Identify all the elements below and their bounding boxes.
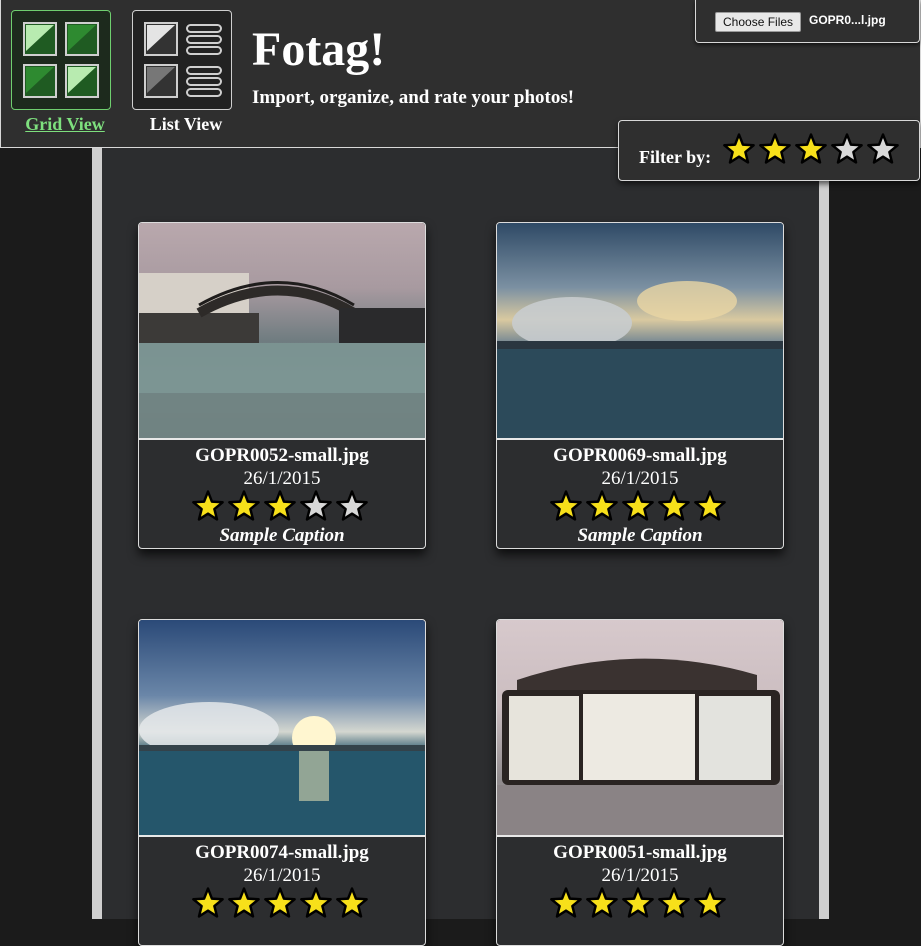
star-icon[interactable]: [192, 490, 224, 527]
photo-card: GOPR0052-small.jpg 26/1/2015 Sample Capt…: [138, 222, 426, 549]
star-icon[interactable]: [658, 490, 690, 527]
star-icon[interactable]: [550, 490, 582, 527]
star-icon[interactable]: [300, 887, 332, 924]
photo-star-rating: [497, 490, 783, 527]
star-icon[interactable]: [723, 133, 755, 170]
photo-star-rating: [139, 490, 425, 527]
left-gutter: [92, 148, 102, 919]
star-icon[interactable]: [622, 887, 654, 924]
photo-thumbnail[interactable]: [497, 620, 783, 837]
star-icon[interactable]: [586, 490, 618, 527]
star-icon[interactable]: [192, 887, 224, 924]
photo-filename: GOPR0052-small.jpg: [195, 445, 369, 466]
filter-label: Filter by:: [639, 147, 712, 167]
star-icon[interactable]: [264, 490, 296, 527]
star-icon[interactable]: [228, 490, 260, 527]
grid-view-button[interactable]: [11, 10, 111, 110]
photo-date: 26/1/2015: [243, 468, 321, 489]
photo-caption: Sample Caption: [219, 525, 345, 546]
photo-filename: GOPR0074-small.jpg: [195, 842, 369, 863]
photo-thumbnail[interactable]: [139, 223, 425, 440]
star-icon[interactable]: [300, 490, 332, 527]
star-icon[interactable]: [336, 887, 368, 924]
photo-thumbnail[interactable]: [139, 620, 425, 837]
selected-file-name: GOPR0...l.jpg: [809, 13, 886, 27]
grid-view-label[interactable]: Grid View: [10, 114, 120, 135]
star-icon[interactable]: [867, 133, 899, 170]
list-view-label[interactable]: List View: [131, 114, 241, 135]
app-subtitle: Import, organize, and rate your photos!: [252, 87, 575, 108]
photo-thumbnail[interactable]: [497, 223, 783, 440]
photo-card: GOPR0069-small.jpg 26/1/2015 Sample Capt…: [496, 222, 784, 549]
signboard-scene-illustration: [497, 658, 783, 835]
star-icon[interactable]: [831, 133, 863, 170]
list-view-button[interactable]: [132, 10, 232, 110]
star-icon[interactable]: [336, 490, 368, 527]
star-icon[interactable]: [658, 887, 690, 924]
star-icon[interactable]: [228, 887, 260, 924]
photo-star-rating: [139, 887, 425, 924]
bridge-scene-illustration: [139, 273, 425, 438]
photo-filename: GOPR0051-small.jpg: [553, 842, 727, 863]
photo-date: 26/1/2015: [601, 865, 679, 886]
star-icon[interactable]: [622, 490, 654, 527]
app-title: Fotag!: [252, 23, 386, 76]
star-icon[interactable]: [264, 887, 296, 924]
photo-card: GOPR0051-small.jpg 26/1/2015: [496, 619, 784, 946]
star-icon[interactable]: [550, 887, 582, 924]
photo-caption: Sample Caption: [577, 525, 703, 546]
list-view-icon: [144, 22, 222, 98]
photo-date: 26/1/2015: [243, 865, 321, 886]
grid-view-icon: [23, 22, 99, 98]
choose-files-button[interactable]: Choose Files: [715, 12, 802, 32]
file-import-panel: Choose Files GOPR0...l.jpg: [695, 0, 920, 43]
star-icon[interactable]: [694, 490, 726, 527]
star-icon[interactable]: [586, 887, 618, 924]
filter-panel: Filter by:: [618, 120, 920, 181]
star-icon[interactable]: [694, 887, 726, 924]
star-icon[interactable]: [795, 133, 827, 170]
star-icon[interactable]: [759, 133, 791, 170]
photo-card: GOPR0074-small.jpg 26/1/2015: [138, 619, 426, 946]
clouds-scene-illustration: [497, 281, 783, 438]
photo-filename: GOPR0069-small.jpg: [553, 445, 727, 466]
photo-date: 26/1/2015: [601, 468, 679, 489]
right-gutter: [819, 148, 829, 919]
photo-star-rating: [497, 887, 783, 924]
filter-star-rating: [723, 133, 903, 170]
sunset-scene-illustration: [139, 702, 425, 835]
